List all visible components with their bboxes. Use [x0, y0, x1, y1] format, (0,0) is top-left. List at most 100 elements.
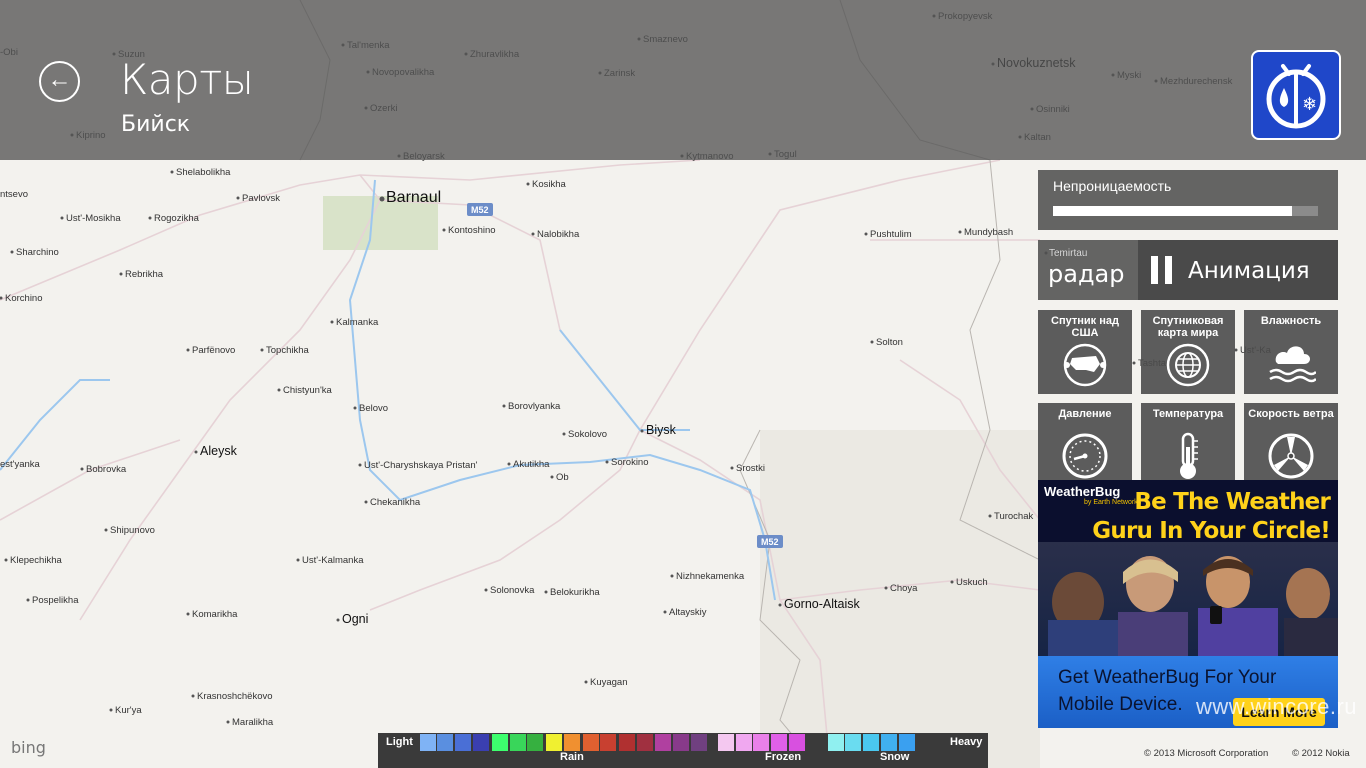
legend-swatch	[863, 734, 879, 751]
legend-swatch	[619, 734, 635, 751]
weatherbug-ad-banner[interactable]: WeatherBug by Earth Networks Be The Weat…	[1038, 480, 1338, 728]
map-city-label: Maralikha	[232, 717, 274, 728]
legend-swatch	[673, 734, 689, 751]
legend-swatch	[655, 734, 671, 751]
map-city-dot	[864, 232, 868, 236]
map-city-dot	[562, 432, 566, 436]
map-city-dot	[119, 272, 123, 276]
tile-label: Спутник над США	[1051, 315, 1119, 339]
map-city-dot	[260, 348, 264, 352]
back-button[interactable]: ←	[39, 61, 80, 102]
map-city-dot	[730, 466, 734, 470]
legend-swatch	[899, 734, 915, 751]
map-city-label: est'yanka	[0, 459, 41, 470]
map-city-label: Pospelikha	[32, 595, 79, 606]
map-city-label: Rebrikha	[125, 269, 164, 280]
map-city-dot	[226, 720, 230, 724]
map-city-label: Borovlyanka	[508, 401, 561, 412]
tile-humidity[interactable]: Влажность	[1244, 310, 1338, 394]
animation-button[interactable]: Анимация	[1138, 240, 1338, 300]
map-city-dot	[507, 462, 511, 466]
map-city-label: Bobrovka	[86, 464, 127, 475]
map-city-dot	[191, 694, 195, 698]
map-city-label: Chistyun'ka	[283, 385, 333, 396]
map-city-dot	[277, 388, 281, 392]
map-city-label: Ust'-Kalmanka	[302, 555, 364, 566]
legend-swatch	[510, 734, 526, 751]
radar-map-label: Temirtau	[1049, 248, 1088, 259]
tile-satellite-world[interactable]: Спутниковая карта мира	[1141, 310, 1235, 394]
map-city-dot	[358, 463, 362, 467]
tile-label: Спутниковая карта мира	[1152, 315, 1224, 339]
map-city-dot	[148, 216, 152, 220]
legend-swatch	[771, 734, 787, 751]
map-city-dot	[988, 514, 992, 518]
watermark: www.wincore.ru	[1196, 694, 1358, 719]
opacity-slider[interactable]	[1053, 206, 1318, 216]
tile-wind-speed[interactable]: Скорость ветра	[1244, 403, 1338, 487]
tile-satellite-usa[interactable]: Спутник над США	[1038, 310, 1132, 394]
map-city-dot	[170, 170, 174, 174]
map-city-dot	[1132, 361, 1136, 365]
map-city-dot	[663, 610, 667, 614]
app-header: ← Карты Бийск ❄	[0, 0, 1366, 160]
weatherbug-logo-icon[interactable]: ❄	[1251, 50, 1341, 140]
map-city-dot	[884, 586, 888, 590]
legend-swatch	[420, 734, 436, 751]
legend-swatch	[828, 734, 844, 751]
map-city-label: Belokurikha	[550, 587, 600, 598]
map-city-dot	[531, 232, 535, 236]
map-city-label: Nalobikha	[537, 229, 580, 240]
animation-label: Анимация	[1188, 258, 1310, 284]
map-city-label: ntsevo	[0, 189, 28, 200]
map-city-dot	[605, 460, 609, 464]
tile-label: Давление	[1058, 408, 1112, 420]
map-city-label: Ogni	[342, 612, 368, 626]
map-city-label: Kalmanka	[336, 317, 379, 328]
map-city-label: Krasnoshchëkovo	[197, 691, 273, 702]
map-city-label: Kontoshino	[448, 225, 496, 236]
map-city-label: Kosikha	[532, 179, 567, 190]
satellite-world-icon	[1166, 343, 1210, 387]
road-shield-label: M52	[471, 205, 489, 215]
map-city-label: Chekanikha	[370, 497, 421, 508]
map-city-dot	[109, 708, 113, 712]
pressure-gauge-icon	[1062, 433, 1108, 479]
map-city-label: Rogozikha	[154, 213, 200, 224]
radar-layer-button[interactable]: Temirtau радар	[1038, 240, 1138, 300]
legend-rain-label: Rain	[560, 751, 584, 763]
tile-label: Влажность	[1260, 315, 1322, 327]
map-city-label: Klepechikha	[10, 555, 62, 566]
map-city-label: Mundybash	[964, 227, 1013, 238]
map-city-label: Aleysk	[200, 444, 238, 458]
map-city-dot	[550, 475, 554, 479]
opacity-control: Непроницаемость	[1038, 170, 1338, 230]
map-city-label: Sokolovo	[568, 429, 607, 440]
map-city-label: Gorno-Altaisk	[784, 597, 860, 611]
legend-swatch	[718, 734, 734, 751]
map-city-label: Pavlovsk	[242, 193, 280, 204]
map-city-label: Shelabolikha	[176, 167, 231, 178]
map-city-dot	[442, 228, 446, 232]
tile-temperature[interactable]: Температура	[1141, 403, 1235, 487]
legend-swatch	[736, 734, 752, 751]
map-city-label: Sharchino	[16, 247, 59, 258]
map-city-label: Kur'ya	[115, 705, 142, 716]
legend-swatch	[546, 734, 562, 751]
map-city-dot	[186, 612, 190, 616]
tile-label: Температура	[1152, 408, 1224, 420]
tile-pressure[interactable]: Давление	[1038, 403, 1132, 487]
map-city-dot	[670, 574, 674, 578]
legend-swatch	[637, 734, 653, 751]
map-city-label: Solonovka	[490, 585, 535, 596]
pause-icon	[1151, 256, 1172, 284]
map-city-label: Topchikha	[266, 345, 309, 356]
legend-swatch	[473, 734, 489, 751]
wind-turbine-icon	[1268, 433, 1314, 479]
legend-swatch	[564, 734, 580, 751]
map-city-dot	[484, 588, 488, 592]
map-city-dot	[364, 500, 368, 504]
legend-light-label: Light	[386, 736, 413, 748]
ad-photo	[1038, 542, 1338, 660]
map-city-dot	[104, 528, 108, 532]
